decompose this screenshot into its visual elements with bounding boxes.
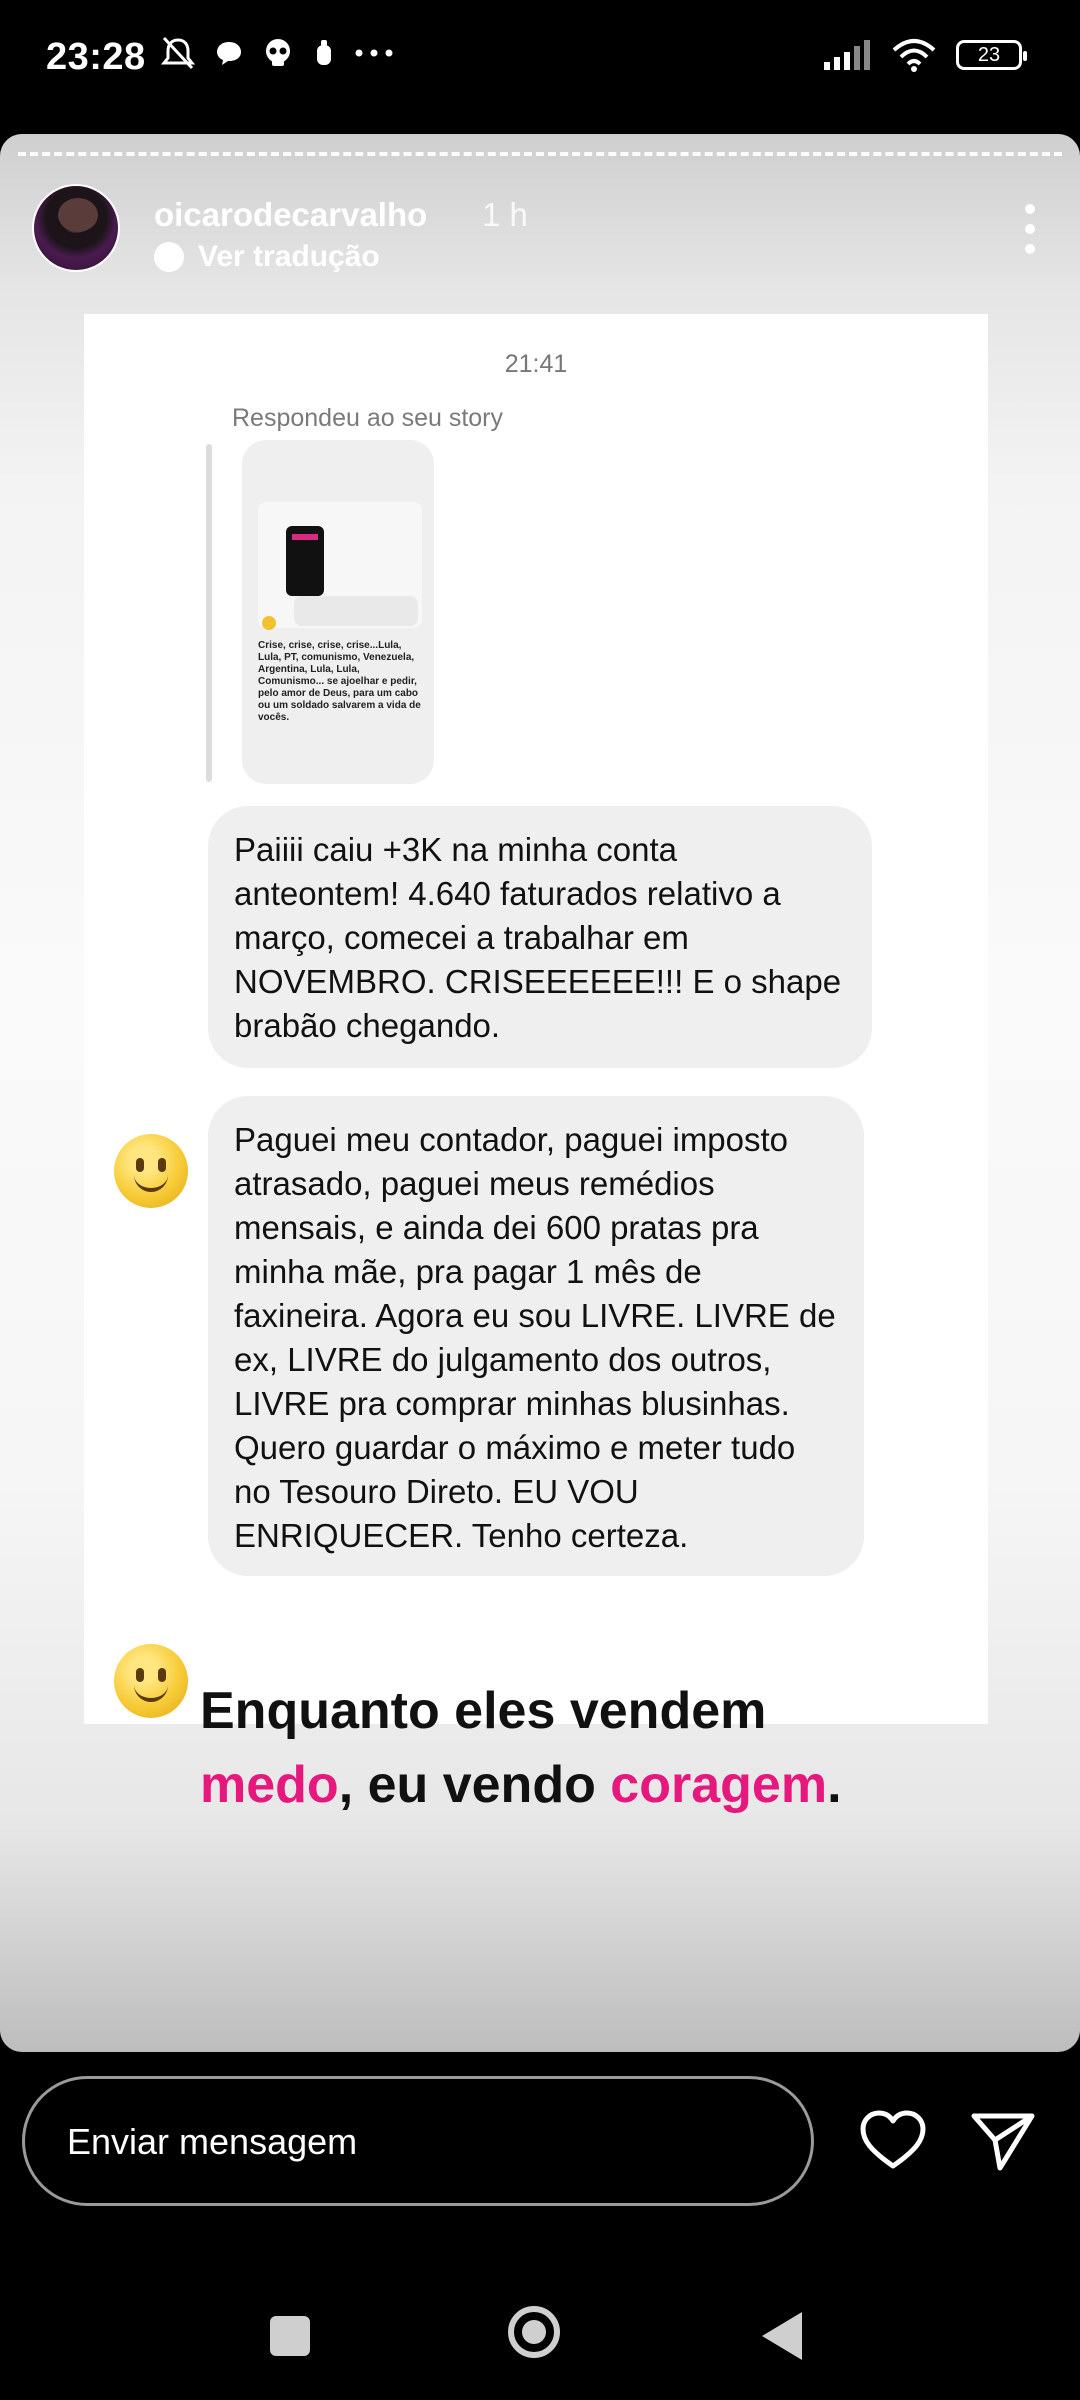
status-time: 23:28 [46,36,146,78]
caption-line-2: medo, eu vendo coragem. [200,1748,960,1822]
translate-label: Ver tradução [198,240,380,273]
notification-icon [317,40,331,65]
battery-indicator: 23 [956,40,1027,70]
thumbnail-text: Crise, crise, crise, crise...Lula, Lula,… [258,640,421,723]
reply-quote-line [206,444,212,782]
android-nav-bar [0,2250,1080,2400]
message-bubble: Paguei meu contador, paguei imposto atra… [208,1096,864,1576]
wifi-icon [892,39,936,72]
recents-button[interactable] [270,2316,310,2356]
thumbnail-bubble [294,596,418,626]
signal-icon [824,40,870,70]
caption-word-courage: coragem [610,1756,828,1814]
send-icon[interactable] [970,2110,1036,2172]
send-message-bar[interactable]: Enviar mensagem [22,2076,814,2206]
caption-middle: , eu vendo [338,1756,611,1814]
chat-icon [217,42,241,65]
story-header: oicarodecarvalho 1 h Ver tradução [32,184,1048,284]
story-card[interactable]: oicarodecarvalho 1 h Ver tradução 21:41 … [0,134,1080,2052]
home-button[interactable] [508,2306,560,2358]
story-thumbnail: Crise, crise, crise, crise...Lula, Lula,… [242,440,434,784]
status-system-icons: 23 [822,38,1027,72]
message-bubble: Paiiii caiu +3K na minha conta anteontem… [208,806,872,1068]
chat-timestamp: 21:41 [504,350,568,378]
more-options-icon[interactable] [1024,204,1036,254]
translate-button[interactable]: Ver tradução [154,240,380,274]
mute-icon [160,36,196,70]
message-input[interactable]: Enviar mensagem [67,2121,767,2163]
back-button[interactable] [762,2312,802,2360]
story-time-ago: 1 h [482,196,528,233]
status-bar: 23:28 23 [0,0,1080,130]
chat-screenshot: 21:41 Respondeu ao seu story Crise, cris… [84,314,988,1724]
story-caption: Enquanto eles vendem medo, eu vendo cora… [200,1674,960,1822]
avatar[interactable] [32,184,120,272]
smile-emoji-icon [114,1134,188,1208]
caption-word-fear: medo [200,1756,339,1814]
smile-emoji-icon [114,1644,188,1718]
status-notification-icons [160,36,394,70]
more-notifications-icon [355,49,393,57]
thumbnail-phone-image [286,526,324,596]
heart-icon[interactable] [860,2110,926,2170]
story-progress-bar [18,152,1062,156]
skull-icon [266,39,290,66]
caption-line-1: Enquanto eles vendem [200,1682,767,1740]
translate-icon [154,242,184,272]
replied-to-story-label: Respondeu ao seu story [232,404,504,432]
story-username[interactable]: oicarodecarvalho [154,196,427,234]
thumbnail-emoji [262,616,276,630]
thumbnail-inner-screen [258,502,422,628]
caption-end: . [827,1756,842,1814]
